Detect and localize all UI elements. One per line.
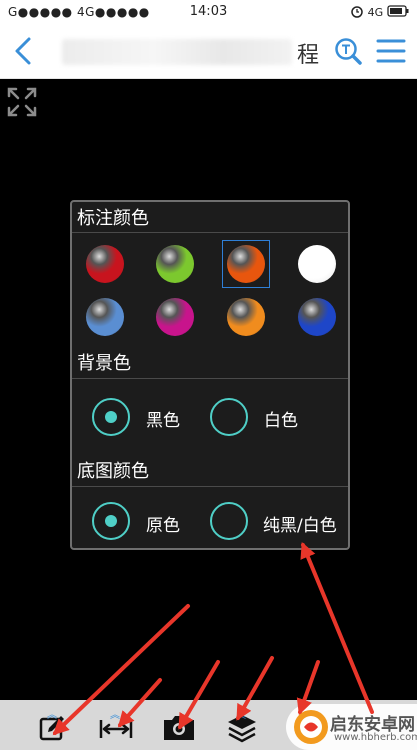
divider [72, 486, 348, 487]
option-label-pure-black-white: 纯黑/白色 [263, 516, 337, 536]
color-swatch-8[interactable] [298, 298, 336, 336]
status-icons: 4G [350, 4, 409, 19]
page-title-char: 程 [297, 43, 320, 68]
option-label-original: 原色 [146, 516, 180, 536]
chevron-up-icon: ︽ [236, 710, 246, 721]
radio-selected-dot [105, 411, 117, 423]
site-watermark: 启东安卓网 www.hbherb.com [286, 704, 417, 750]
radio-basemap-original[interactable] [92, 502, 130, 540]
search-icon[interactable] [333, 36, 363, 66]
camera-icon [164, 716, 194, 740]
color-swatch-3[interactable] [227, 245, 265, 283]
app-header: 程 [0, 24, 417, 79]
display-settings-panel: 标注颜色 背景色 黑色 白色 底图颜色 原色 纯黑/白色 [70, 200, 350, 550]
blurred-title [62, 39, 292, 65]
menu-icon[interactable] [376, 38, 406, 64]
color-swatch-5[interactable] [86, 298, 124, 336]
alarm-icon [351, 6, 363, 18]
color-swatch-4[interactable] [298, 245, 336, 283]
divider [72, 378, 348, 379]
red-arrow [300, 542, 374, 714]
brand-logo-icon [294, 710, 328, 744]
back-arrow-icon[interactable] [10, 36, 38, 66]
measure-tool[interactable]: ︽ [97, 708, 135, 746]
fullscreen-icon[interactable] [6, 86, 38, 118]
brand-url: www.hbherb.com [334, 732, 417, 743]
option-label-black: 黑色 [146, 411, 180, 431]
color-swatch-1[interactable] [86, 245, 124, 283]
divider [72, 232, 348, 233]
radio-background-black[interactable] [92, 398, 130, 436]
network-type: 4G [367, 6, 384, 19]
radio-background-white[interactable] [210, 398, 248, 436]
status-bar: G●●●●● 4G●●●●● 14:03 4G [0, 0, 417, 24]
layers-tool[interactable]: ︽ [223, 708, 261, 746]
option-label-white: 白色 [264, 411, 298, 431]
radio-selected-dot [105, 515, 117, 527]
annotate-tool[interactable]: ︽ [34, 708, 72, 746]
annotation-color-title: 标注颜色 [77, 208, 149, 229]
battery-icon [387, 5, 409, 17]
radio-basemap-pure[interactable] [210, 502, 248, 540]
color-swatch-2[interactable] [156, 245, 194, 283]
background-color-title: 背景色 [77, 353, 131, 374]
color-swatch-6[interactable] [156, 298, 194, 336]
basemap-color-title: 底图颜色 [77, 461, 149, 482]
color-swatch-7[interactable] [227, 298, 265, 336]
camera-tool[interactable] [160, 708, 198, 746]
chevron-up-icon: ︽ [47, 710, 57, 721]
chevron-up-icon: ︽ [110, 710, 120, 721]
